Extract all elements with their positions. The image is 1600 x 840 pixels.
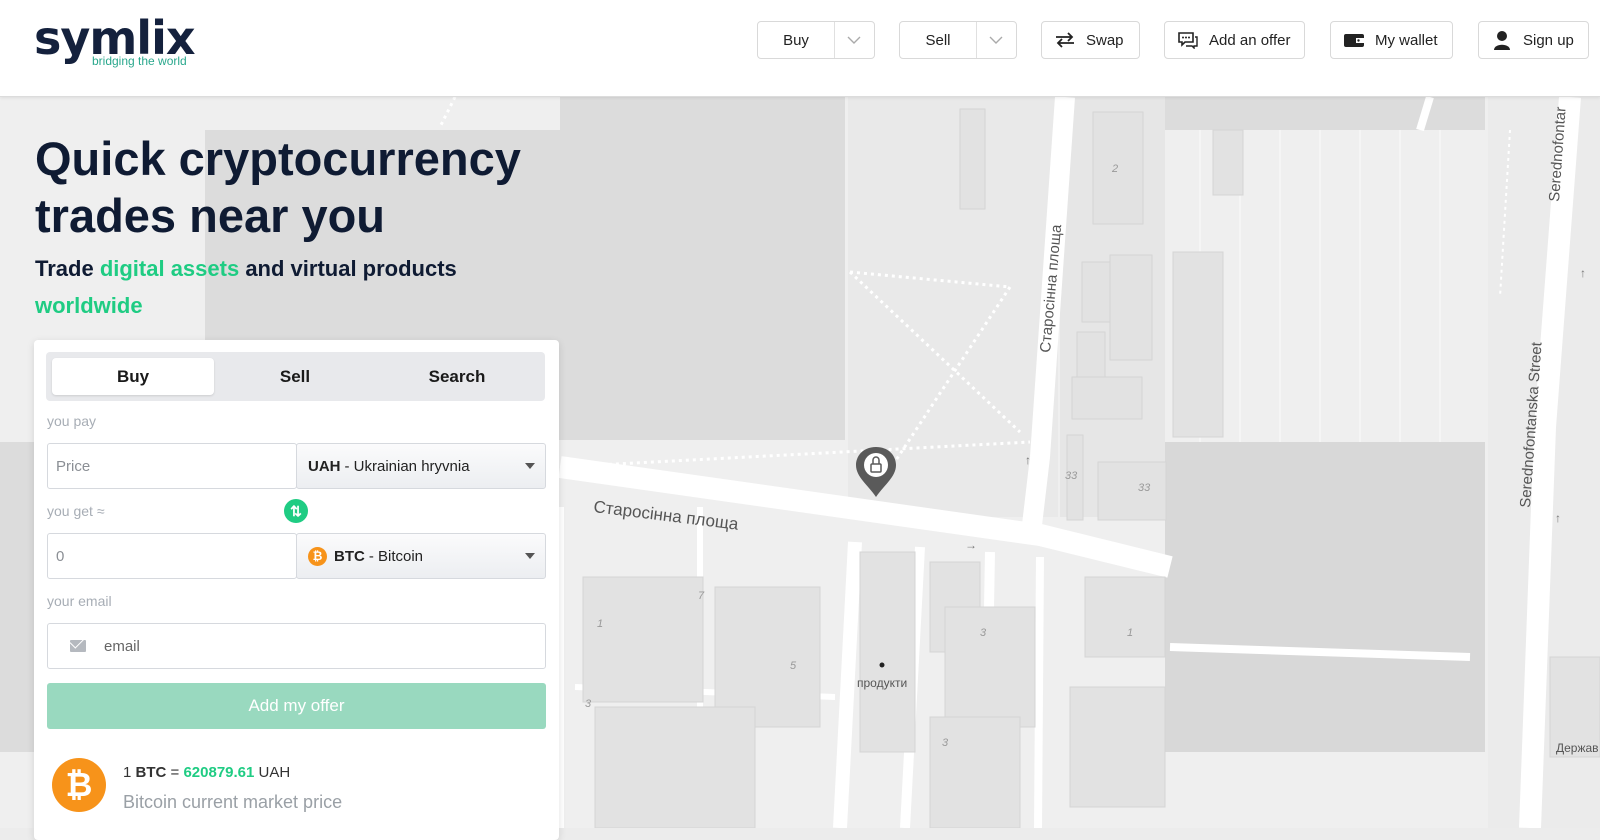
pay-price-input[interactable]: Price: [47, 443, 297, 489]
add-offer-button[interactable]: Add an offer: [1164, 21, 1305, 59]
my-wallet-button[interactable]: My wallet: [1330, 21, 1453, 59]
hero-title: Quick cryptocurrency trades near you: [35, 132, 521, 242]
svg-text:↑: ↑: [1580, 266, 1586, 280]
caret-down-icon: [525, 553, 535, 559]
hero-subtitle-part: Trade: [35, 256, 100, 281]
swap-direction-icon[interactable]: ⇅: [284, 499, 308, 523]
add-offer-label: Add an offer: [1209, 31, 1291, 49]
svg-text:3: 3: [585, 698, 592, 710]
sign-up-button[interactable]: Sign up: [1478, 21, 1589, 59]
svg-text:↑: ↑: [1025, 453, 1031, 467]
rate-prefix: 1: [123, 764, 136, 781]
get-currency-name: - Bitcoin: [368, 547, 424, 565]
offer-form-card: Buy Sell Search you pay Price UAH - Ukra…: [34, 340, 559, 840]
get-currency-code: BTC: [334, 547, 365, 565]
trade-tabs: Buy Sell Search: [46, 352, 545, 401]
email-label: your email: [47, 593, 112, 609]
svg-text:1: 1: [597, 618, 603, 630]
sell-dropdown[interactable]: Sell: [899, 21, 1017, 59]
swap-button[interactable]: Swap: [1041, 21, 1140, 59]
my-wallet-label: My wallet: [1375, 31, 1438, 49]
buy-dropdown[interactable]: Buy: [757, 21, 875, 59]
rate-note: Bitcoin current market price: [123, 792, 343, 812]
pay-label: you pay: [47, 413, 97, 429]
map-label-shop: продукти: [857, 676, 907, 690]
envelope-icon: [70, 640, 86, 652]
rate-equals: =: [166, 764, 184, 781]
sell-button[interactable]: Sell: [900, 22, 977, 58]
svg-text:3: 3: [942, 737, 949, 749]
wallet-icon: [1343, 29, 1365, 51]
svg-text:2: 2: [1111, 163, 1118, 175]
sign-up-label: Sign up: [1523, 31, 1574, 49]
get-currency-select[interactable]: ₿ BTC - Bitcoin: [296, 533, 546, 579]
hero-subtitle: Trade digital assets and virtual product…: [35, 250, 555, 324]
email-field[interactable]: email: [47, 623, 546, 669]
tab-buy[interactable]: Buy: [52, 358, 214, 395]
bitcoin-icon: ₿: [308, 546, 327, 566]
map-label-state: Держав: [1556, 741, 1599, 755]
map-label-square: Старосінна площа: [593, 497, 740, 534]
pay-currency-code: UAH: [308, 457, 341, 475]
svg-text:7: 7: [698, 590, 705, 602]
chat-icon: [1177, 29, 1199, 51]
hero-subtitle-accent: digital assets: [99, 256, 240, 281]
get-amount-input[interactable]: 0: [47, 533, 297, 579]
email-placeholder: email: [104, 637, 140, 655]
rate-asset: BTC: [135, 764, 167, 781]
logo[interactable]: symlix bridging the world: [34, 14, 196, 68]
svg-text:3: 3: [980, 627, 987, 639]
bitcoin-logo-icon: ₿: [52, 758, 106, 812]
get-label: you get ≈: [47, 503, 105, 519]
buy-button[interactable]: Buy: [758, 22, 835, 58]
svg-text:33: 33: [1065, 470, 1078, 482]
svg-text:1: 1: [1127, 627, 1133, 639]
svg-text:33: 33: [1138, 482, 1151, 494]
tab-search[interactable]: Search: [376, 358, 538, 395]
pay-currency-name: - Ukrainian hryvnia: [344, 457, 470, 475]
rate-currency: UAH: [254, 764, 291, 781]
add-my-offer-button[interactable]: Add my offer: [47, 683, 546, 729]
chevron-down-icon[interactable]: [835, 22, 873, 58]
rate-value: 620879.61: [183, 764, 255, 781]
chevron-down-icon[interactable]: [977, 22, 1015, 58]
swap-icon: [1054, 29, 1076, 51]
tab-sell[interactable]: Sell: [214, 358, 376, 395]
svg-text:↑: ↑: [1555, 511, 1561, 525]
swap-label: Swap: [1086, 31, 1124, 49]
hero-subtitle-part: and virtual products: [239, 256, 457, 281]
rate-line: 1 BTC = 620879.61 UAH: [123, 764, 290, 781]
logo-tagline: bridging the world: [92, 54, 187, 68]
pay-currency-select[interactable]: UAH - Ukrainian hryvnia: [296, 443, 546, 489]
caret-down-icon: [525, 463, 535, 469]
svg-text:→: →: [965, 538, 977, 552]
top-header: symlix bridging the world Buy Sell Swap …: [0, 0, 1600, 97]
user-icon: [1491, 29, 1513, 51]
hero-subtitle-accent: worldwide: [35, 293, 143, 318]
svg-text:5: 5: [790, 660, 797, 672]
